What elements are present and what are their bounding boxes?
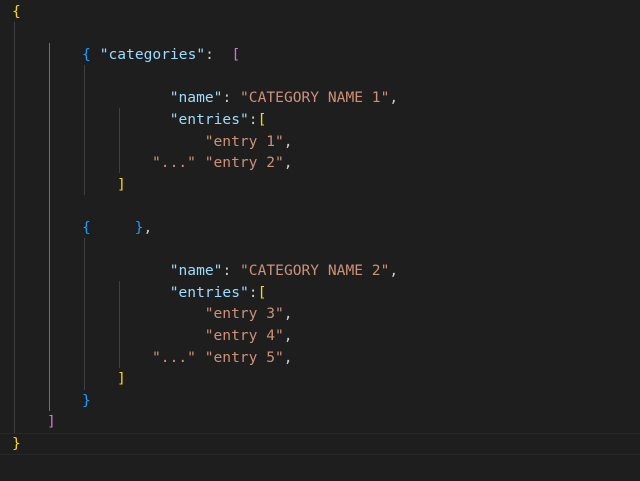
code-line-8[interactable]: "..." [0, 152, 640, 174]
code-line-9[interactable]: ] [0, 174, 640, 196]
code-line-19[interactable]: } [0, 390, 640, 412]
code-line-14[interactable]: "entry 3", [0, 282, 640, 322]
code-line-18[interactable]: ] [0, 368, 640, 390]
code-line-2[interactable]: "categories": [ [0, 23, 640, 63]
open-object-brace: { [82, 219, 91, 236]
code-line-6[interactable]: "entry 1", [0, 109, 640, 150]
code-line-5[interactable]: "entries":[ [0, 87, 640, 128]
close-categories-bracket: ] [47, 413, 56, 431]
open-root-brace: { [12, 3, 21, 20]
code-line-15[interactable]: "entry 4", [0, 303, 640, 344]
open-object-brace: { [82, 46, 91, 64]
code-line-11[interactable]: { [0, 217, 640, 239]
code-line-12[interactable]: "name": "CATEGORY NAME 2", [0, 239, 640, 279]
entry-ellipsis: "..." [152, 154, 196, 172]
code-line-4[interactable]: "name": "CATEGORY NAME 1", [0, 66, 640, 106]
code-line-7[interactable]: "entry 2", [0, 131, 640, 171]
code-line-3[interactable]: { [0, 44, 640, 66]
close-entries-bracket: ] [117, 175, 126, 193]
entry-ellipsis: "..." [152, 348, 196, 366]
close-root-brace: } [12, 435, 21, 452]
code-line-13[interactable]: "entries":[ [0, 260, 640, 301]
close-object-brace: } [82, 391, 91, 409]
code-line-17[interactable]: "..." [0, 347, 640, 369]
close-entries-bracket: ] [117, 370, 126, 388]
code-line-16[interactable]: "entry 5", [0, 325, 640, 366]
code-line-21[interactable]: } [0, 433, 640, 455]
code-line-20[interactable]: ] [0, 411, 640, 433]
code-editor[interactable]: { "categories": [ { "name": "CATEGORY NA… [0, 0, 640, 481]
code-line-1[interactable]: { [0, 1, 640, 23]
code-line-10[interactable]: }, [0, 195, 640, 236]
